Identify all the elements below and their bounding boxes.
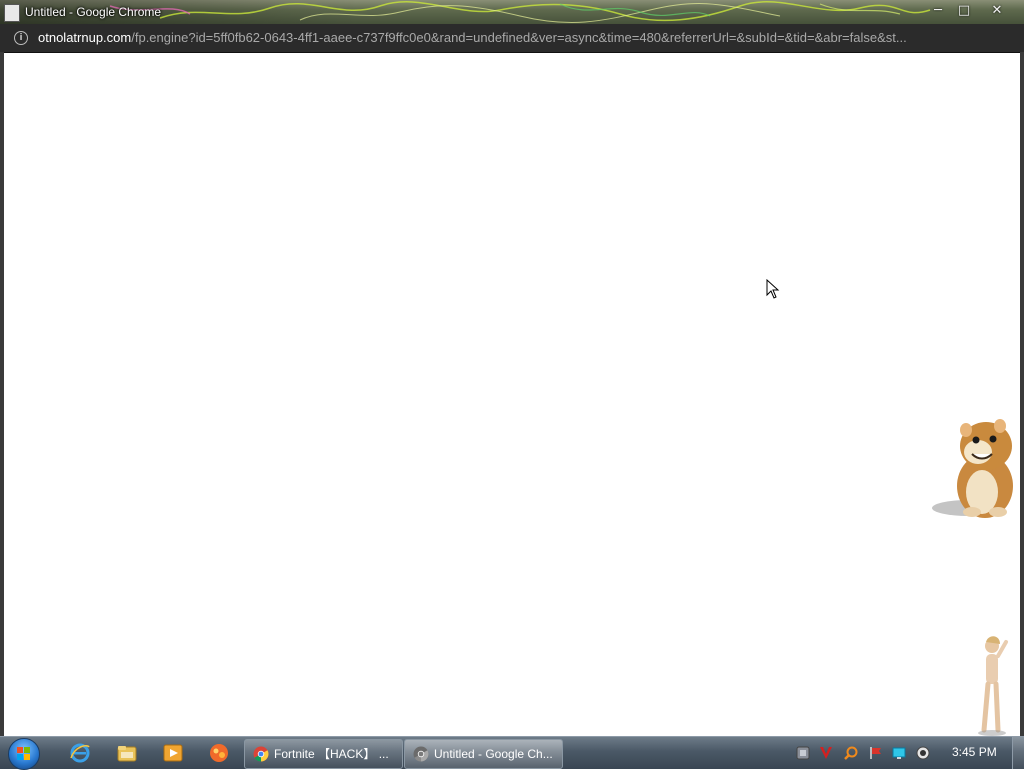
taskbar-clock[interactable]: 3:45 PM [952, 745, 997, 759]
antivirus-icon[interactable] [819, 746, 833, 760]
search-icon[interactable] [844, 746, 858, 760]
taskbar-button-label: Fortnite 【HACK】 ... [274, 747, 389, 761]
maximize-button[interactable]: □ [954, 2, 974, 19]
chrome-icon [413, 746, 429, 762]
window-frame-right [1020, 52, 1024, 738]
flag-icon[interactable] [869, 746, 883, 760]
app-icon[interactable] [208, 742, 230, 764]
display-icon[interactable] [892, 746, 906, 760]
window-app-icon[interactable] [4, 4, 20, 22]
url-path: /fp.engine?id=5ff0fb62-0643-4ff1-aaee-c7… [131, 30, 907, 45]
url-text[interactable]: otnolatrnup.com/fp.engine?id=5ff0fb62-06… [38, 30, 1008, 45]
windows-explorer-icon[interactable] [116, 742, 138, 764]
show-desktop-button[interactable] [1012, 737, 1024, 769]
taskbar-button-fortnite[interactable]: Fortnite 【HACK】 ... [244, 739, 403, 769]
volume-icon[interactable] [916, 746, 930, 760]
window-title-bar[interactable]: Untitled - Google Chrome ─ □ ✕ [0, 0, 1024, 24]
site-info-icon[interactable]: i [14, 31, 28, 45]
internet-explorer-icon[interactable] [69, 742, 91, 764]
taskbar: Fortnite 【HACK】 ... Untitled - Google Ch… [0, 736, 1024, 770]
taskbar-button-untitled[interactable]: Untitled - Google Ch... [404, 739, 563, 769]
start-button[interactable] [8, 738, 40, 770]
window-title: Untitled - Google Chrome [25, 5, 162, 19]
address-bar[interactable]: i otnolatrnup.com/fp.engine?id=5ff0fb62-… [0, 24, 1024, 53]
chrome-icon [253, 746, 269, 762]
close-button[interactable]: ✕ [987, 2, 1007, 19]
taskbar-button-label: Untitled - Google Ch... [434, 747, 553, 761]
hamster-desktop-pet-icon[interactable] [930, 412, 1020, 524]
mouse-cursor-icon [766, 279, 780, 299]
url-host: otnolatrnup.com [38, 30, 132, 45]
windows-logo-icon [17, 747, 30, 760]
minimize-button[interactable]: ─ [928, 2, 948, 19]
media-player-icon[interactable] [162, 742, 184, 764]
desktop-figure-icon[interactable] [976, 634, 1012, 736]
tray-app-icon[interactable] [796, 746, 810, 760]
page-content[interactable] [4, 53, 1020, 736]
